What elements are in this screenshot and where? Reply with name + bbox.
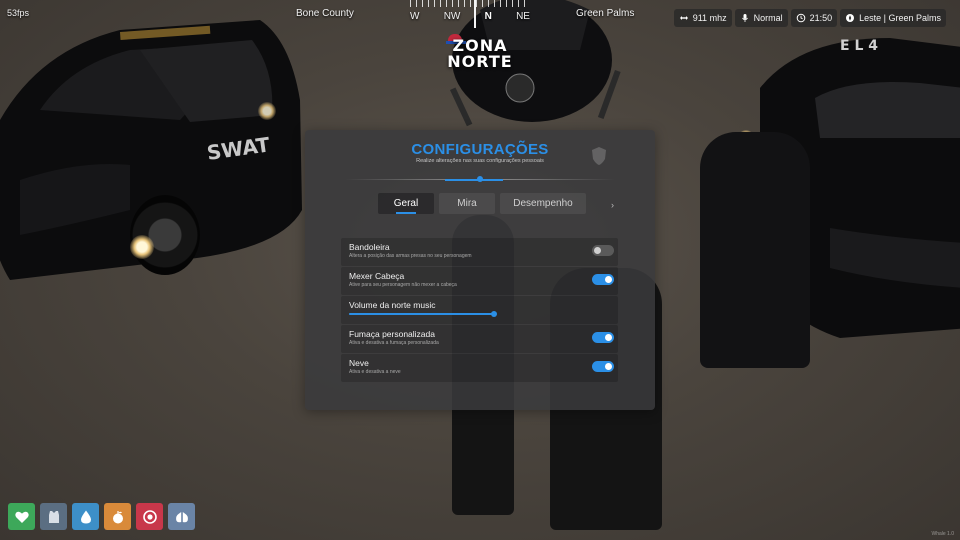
setting-description: Ativa e desativa a fumaça personalizada	[349, 340, 439, 346]
emblem-icon	[592, 147, 606, 165]
armor-vest-icon	[48, 510, 59, 523]
stress-icon	[142, 509, 157, 524]
status-hotbar	[8, 503, 195, 530]
voice-mode: Normal	[734, 9, 788, 27]
zone-left-label: Bone County	[296, 8, 354, 19]
zona-norte-logo: ZONA NORTE	[446, 34, 513, 71]
radio-frequency: 911 mhz	[673, 9, 732, 27]
lungs-icon	[175, 511, 188, 522]
setting-label: Volume da norte music	[349, 300, 436, 310]
settings-panel: CONFIGURAÇÕES Realize alterações nas sua…	[305, 130, 655, 410]
radio-icon	[679, 16, 688, 20]
setting-row-bandoleira: Bandoleira Altera a posição das armas pr…	[341, 238, 618, 266]
oxygen-indicator	[168, 503, 195, 530]
volume-slider-handle[interactable]	[491, 311, 497, 317]
microphone-icon	[741, 14, 748, 22]
watermark: Whale 1.0	[931, 531, 954, 537]
food-icon	[112, 510, 123, 523]
water-drop-icon	[80, 510, 91, 523]
hunger-indicator	[104, 503, 131, 530]
zone-right-label: Green Palms	[576, 8, 635, 19]
tabs-more-icon[interactable]: ›	[611, 200, 614, 210]
setting-row-volume: Volume da norte music	[341, 296, 618, 324]
compass-dir: W	[410, 11, 420, 22]
compass-dir: NE	[516, 11, 530, 22]
setting-row-neve: Neve Ativa e desativa a neve	[341, 354, 618, 382]
mexer-cabeca-toggle[interactable]	[592, 274, 614, 285]
armor-indicator	[40, 503, 67, 530]
setting-label: Mexer Cabeça	[349, 271, 405, 281]
svg-text:E L 4: E L 4	[840, 38, 878, 54]
tab-desempenho[interactable]: Desempenho	[500, 193, 586, 214]
status-bar: 911 mhz Normal 21:50 Leste | Green Palms	[673, 9, 946, 27]
neve-toggle[interactable]	[592, 361, 614, 372]
officer-right	[700, 132, 810, 368]
swat-car-left: SWAT	[0, 10, 310, 300]
clock: 21:50	[790, 9, 838, 27]
setting-label: Neve	[349, 358, 369, 368]
fumaca-toggle[interactable]	[592, 332, 614, 343]
tab-mira[interactable]: Mira	[439, 193, 495, 214]
compass-dir-active: N	[484, 11, 492, 22]
heart-icon	[14, 511, 29, 523]
clock-icon	[796, 13, 805, 23]
setting-label: Fumaça personalizada	[349, 329, 435, 339]
location: Leste | Green Palms	[840, 9, 946, 27]
fps-counter: 53fps	[7, 8, 30, 18]
settings-list: Bandoleira Altera a posição das armas pr…	[341, 238, 618, 383]
setting-row-mexer-cabeca: Mexer Cabeça Ative para seu personagem n…	[341, 267, 618, 295]
setting-label: Bandoleira	[349, 242, 390, 252]
compass-icon	[846, 14, 855, 22]
setting-row-fumaca: Fumaça personalizada Ativa e desativa a …	[341, 325, 618, 353]
compass: W NW N NE	[410, 0, 530, 28]
tab-bar: Geral Mira Desempenho	[378, 193, 586, 214]
health-indicator	[8, 503, 35, 530]
volume-slider[interactable]	[349, 311, 497, 317]
compass-dir: NW	[443, 11, 461, 22]
tab-geral[interactable]: Geral	[378, 193, 434, 214]
thirst-indicator	[72, 503, 99, 530]
stress-indicator	[136, 503, 163, 530]
setting-description: Altera a posição das armas presas no seu…	[349, 253, 472, 259]
setting-description: Ativa e desativa a neve	[349, 369, 401, 375]
bandoleira-toggle[interactable]	[592, 245, 614, 256]
setting-description: Ative para seu personagem não mexer a ca…	[349, 282, 457, 288]
